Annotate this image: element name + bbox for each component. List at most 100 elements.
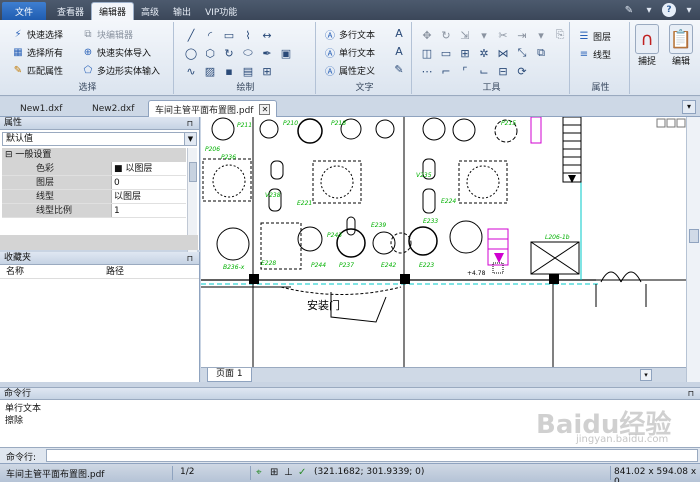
mirror-icon[interactable]: ◫ — [420, 46, 434, 60]
break-icon[interactable]: ⌙ — [477, 64, 491, 78]
explode-icon[interactable]: ✲ — [477, 46, 491, 60]
polygon-solid-import-button[interactable]: ⬠ 多边形实体输入 — [82, 62, 160, 78]
polyline-icon[interactable]: ⌇ — [241, 28, 255, 42]
array-icon[interactable]: ⊞ — [458, 46, 472, 60]
dropdown-arrow-icon[interactable]: ▾ — [642, 3, 656, 17]
dropdown-arrow-icon[interactable]: ▾ — [682, 3, 696, 17]
command-input[interactable] — [46, 449, 698, 462]
fillet-icon[interactable]: ⌜ — [458, 64, 472, 78]
refresh-icon[interactable]: ⟳ — [515, 64, 529, 78]
rotate-icon[interactable]: ↻ — [439, 28, 453, 42]
stext-button[interactable]: Ⓐ 单行文本 — [324, 44, 375, 60]
layer-button[interactable]: ☰ 图层 — [578, 28, 612, 44]
close-tab-icon[interactable]: ✕ — [259, 103, 271, 115]
collapse-icon[interactable]: ⊟ — [5, 150, 13, 160]
select-all-button[interactable]: ▦ 选择所有 — [12, 44, 63, 60]
doc-tab-pdf[interactable]: 车间主管平面布置图.pdf ✕ — [148, 100, 278, 117]
trim-icon[interactable]: ✂ — [496, 28, 510, 42]
chevron-down-icon[interactable]: ▾ — [640, 369, 652, 381]
canvas-window-buttons[interactable] — [656, 118, 686, 128]
table-icon[interactable]: ⊞ — [260, 64, 274, 78]
pin-icon[interactable]: ⊓ — [688, 388, 694, 400]
tab-output[interactable]: 输出 — [166, 2, 198, 20]
arc-icon[interactable]: ◜ — [203, 28, 217, 42]
property-row[interactable]: 色彩 ■ 以图层 — [2, 162, 186, 176]
spline-icon[interactable]: ∿ — [184, 64, 198, 78]
dotline-icon[interactable]: ⋯ — [420, 64, 434, 78]
draw-row-2: ◯ ⬡ ↻ ⬭ ✒ ▣ — [184, 46, 293, 60]
align-icon[interactable]: ⊟ — [496, 64, 510, 78]
ellipse-icon[interactable]: ⬭ — [241, 46, 255, 60]
ortho-toggle-icon[interactable]: ⊥ — [284, 467, 293, 478]
extend-icon[interactable]: ⇥ — [515, 28, 529, 42]
chevron-down-icon[interactable]: ▼ — [184, 133, 196, 145]
point-icon[interactable]: ▪ — [222, 64, 236, 78]
favorites-columns: 名称 路径 — [0, 265, 199, 279]
drawing-canvas[interactable]: P206 P210 P218 V238 V235 E221 E224 L206-… — [201, 117, 686, 367]
scale-icon[interactable]: ⇲ — [458, 28, 472, 42]
match-properties-button[interactable]: ✎ 匹配属性 — [12, 62, 63, 78]
polar-toggle-icon[interactable]: ✓ — [298, 467, 306, 478]
property-row[interactable]: 图层 0 — [2, 176, 186, 190]
text-edit-icon[interactable]: ✎ — [392, 62, 406, 76]
offset-icon[interactable]: ▭ — [439, 46, 453, 60]
image-icon[interactable]: ▣ — [279, 46, 293, 60]
stretch-icon[interactable]: ⤡ — [515, 46, 529, 60]
column-path[interactable]: 路径 — [100, 265, 124, 278]
quick-solid-import-button[interactable]: ⊕ 快速实体导入 — [82, 44, 151, 60]
polygon-icon[interactable]: ⬡ — [203, 46, 217, 60]
linetype-button[interactable]: ≡ 线型 — [578, 46, 611, 62]
property-row[interactable]: 线型比例 1 — [2, 204, 186, 218]
group-icon[interactable]: ⧉ — [534, 46, 548, 60]
tools-row-3: ⋯ ⌐ ⌜ ⌙ ⊟ ⟳ — [420, 64, 529, 78]
snap-toggle-icon[interactable]: ⌖ — [256, 467, 262, 478]
hatch-icon[interactable]: ▨ — [203, 64, 217, 78]
circle-icon[interactable]: ◯ — [184, 46, 198, 60]
doc-tab-new2[interactable]: New2.dxf — [86, 100, 140, 117]
properties-combo[interactable]: 默认值 ▼ — [2, 132, 197, 146]
help-icon[interactable]: ? — [662, 3, 676, 17]
dimension-icon[interactable]: ↔ — [260, 28, 274, 42]
insert-image-icon[interactable]: ▤ — [241, 64, 255, 78]
ribbon-tab-bar: 文件 查看器 编辑器 高级 输出 VIP功能 ✎ ▾ ? ▾ — [0, 0, 700, 20]
canvas-vertical-scrollbar[interactable] — [686, 117, 700, 382]
rectangle-icon[interactable]: ▭ — [222, 28, 236, 42]
attribute-definition-button[interactable]: Ⓐ 属性定义 — [324, 62, 375, 78]
text-style-icon[interactable]: A — [392, 26, 406, 40]
dropdown-arrow-icon[interactable]: ▾ — [534, 28, 548, 42]
cad-label: E224 — [441, 198, 456, 205]
column-name[interactable]: 名称 — [0, 265, 100, 278]
mtext-button[interactable]: Ⓐ 多行文本 — [324, 26, 375, 42]
snap-button[interactable]: ∩ 捕捉 — [632, 24, 662, 67]
property-row[interactable]: 线型 以图层 — [2, 190, 186, 204]
copy-icon[interactable]: ⎘ — [553, 28, 567, 42]
text-group: Ⓐ 多行文本 Ⓐ 单行文本 Ⓐ 属性定义 A A ✎ 文字 — [318, 22, 412, 94]
dropdown-arrow-icon[interactable]: ▾ — [477, 28, 491, 42]
line-icon[interactable]: ╱ — [184, 28, 198, 42]
doc-tab-new1[interactable]: New1.dxf — [14, 100, 68, 117]
cad-label: P243 — [327, 232, 342, 239]
style-brush-icon[interactable]: ✎ — [622, 3, 636, 17]
tab-vip[interactable]: VIP功能 — [198, 2, 244, 20]
tab-editor[interactable]: 编辑器 — [91, 2, 135, 20]
pin-icon[interactable]: ⊓ — [187, 252, 193, 265]
scroll-thumb[interactable] — [689, 229, 699, 243]
chamfer-icon[interactable]: ⌐ — [439, 64, 453, 78]
block-editor-button[interactable]: ⧉ 块编辑器 — [82, 26, 133, 42]
tab-viewer[interactable]: 查看器 — [50, 2, 91, 20]
tab-list-chevron-icon[interactable]: ▾ — [682, 100, 696, 114]
pen-icon[interactable]: ✒ — [260, 46, 274, 60]
pin-icon[interactable]: ⊓ — [187, 117, 193, 130]
quick-select-button[interactable]: ⚡ 快速选择 — [12, 26, 63, 42]
page-tab[interactable]: 页面 1 — [207, 368, 252, 382]
file-menu-button[interactable]: 文件 — [2, 2, 46, 20]
property-category[interactable]: ⊟ 一般设置 — [2, 148, 186, 162]
text-format-icon[interactable]: A — [392, 44, 406, 58]
tab-advanced[interactable]: 高级 — [134, 2, 166, 20]
grid-toggle-icon[interactable]: ⊞ — [270, 467, 278, 478]
join-icon[interactable]: ⋈ — [496, 46, 510, 60]
edit-button[interactable]: 📋 编辑 — [666, 24, 696, 67]
rotate-arc-icon[interactable]: ↻ — [222, 46, 236, 60]
move-icon[interactable]: ✥ — [420, 28, 434, 42]
scroll-thumb[interactable] — [189, 162, 197, 182]
